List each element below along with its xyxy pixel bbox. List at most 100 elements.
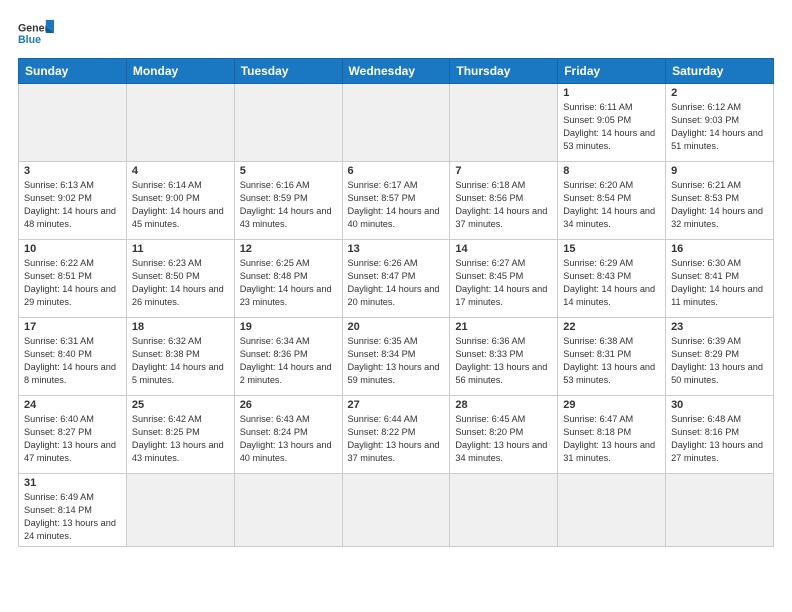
day-number: 10	[24, 243, 121, 255]
calendar-cell: 27Sunrise: 6:44 AM Sunset: 8:22 PM Dayli…	[342, 396, 450, 474]
calendar-cell: 10Sunrise: 6:22 AM Sunset: 8:51 PM Dayli…	[19, 240, 127, 318]
day-number: 21	[455, 321, 552, 333]
calendar-cell: 7Sunrise: 6:18 AM Sunset: 8:56 PM Daylig…	[450, 162, 558, 240]
weekday-header-friday: Friday	[558, 59, 666, 84]
calendar-cell: 4 Sunrise: 6:14 AM Sunset: 9:00 PM Daylig…	[126, 162, 234, 240]
day-number: 3	[24, 165, 121, 177]
day-number: 25	[132, 399, 229, 411]
calendar-cell	[666, 474, 774, 547]
calendar-cell: 29 Sunrise: 6:47 AM Sunset: 8:18 PM Dayli…	[558, 396, 666, 474]
calendar-cell: 17 Sunrise: 6:31 AM Sunset: 8:40 PM Dayli…	[19, 318, 127, 396]
calendar-cell: 14 Sunrise: 6:27 AM Sunset: 8:45 PM Dayli…	[450, 240, 558, 318]
day-info: Sunrise: 6:12 AM Sunset: 9:03 PM Dayligh…	[671, 101, 768, 153]
day-number: 15	[563, 243, 660, 255]
week-row-3: 10Sunrise: 6:22 AM Sunset: 8:51 PM Dayli…	[19, 240, 774, 318]
day-info: Sunrise: 6:48 AM Sunset: 8:16 PM Dayligh…	[671, 413, 768, 465]
day-number: 1	[563, 87, 660, 99]
day-number: 11	[132, 243, 229, 255]
day-info: Sunrise: 6:31 AM Sunset: 8:40 PM Dayligh…	[24, 335, 121, 387]
calendar-cell	[234, 84, 342, 162]
day-number: 26	[240, 399, 337, 411]
day-info: Sunrise: 6:25 AM Sunset: 8:48 PM Dayligh…	[240, 257, 337, 309]
day-info: Sunrise: 6:26 AM Sunset: 8:47 PM Dayligh…	[348, 257, 445, 309]
day-info: Sunrise: 6:44 AM Sunset: 8:22 PM Dayligh…	[348, 413, 445, 465]
calendar-cell: 31Sunrise: 6:49 AM Sunset: 8:14 PM Dayli…	[19, 474, 127, 547]
weekday-header-tuesday: Tuesday	[234, 59, 342, 84]
day-info: Sunrise: 6:30 AM Sunset: 8:41 PM Dayligh…	[671, 257, 768, 309]
header: General Blue	[18, 18, 774, 48]
calendar-cell	[126, 84, 234, 162]
calendar-cell: 2 Sunrise: 6:12 AM Sunset: 9:03 PM Daylig…	[666, 84, 774, 162]
calendar-cell: 3 Sunrise: 6:13 AM Sunset: 9:02 PM Daylig…	[19, 162, 127, 240]
week-row-4: 17 Sunrise: 6:31 AM Sunset: 8:40 PM Dayli…	[19, 318, 774, 396]
calendar-cell: 28 Sunrise: 6:45 AM Sunset: 8:20 PM Dayli…	[450, 396, 558, 474]
weekday-header-sunday: Sunday	[19, 59, 127, 84]
day-info: Sunrise: 6:11 AM Sunset: 9:05 PM Dayligh…	[563, 101, 660, 153]
day-number: 7	[455, 165, 552, 177]
day-number: 4	[132, 165, 229, 177]
calendar-cell: 30Sunrise: 6:48 AM Sunset: 8:16 PM Dayli…	[666, 396, 774, 474]
calendar-cell: 18Sunrise: 6:32 AM Sunset: 8:38 PM Dayli…	[126, 318, 234, 396]
calendar-cell: 23 Sunrise: 6:39 AM Sunset: 8:29 PM Dayli…	[666, 318, 774, 396]
calendar-cell: 11 Sunrise: 6:23 AM Sunset: 8:50 PM Dayli…	[126, 240, 234, 318]
day-info: Sunrise: 6:21 AM Sunset: 8:53 PM Dayligh…	[671, 179, 768, 231]
day-info: Sunrise: 6:29 AM Sunset: 8:43 PM Dayligh…	[563, 257, 660, 309]
day-info: Sunrise: 6:13 AM Sunset: 9:02 PM Dayligh…	[24, 179, 121, 231]
calendar-cell: 5Sunrise: 6:16 AM Sunset: 8:59 PM Daylig…	[234, 162, 342, 240]
week-row-6: 31Sunrise: 6:49 AM Sunset: 8:14 PM Dayli…	[19, 474, 774, 547]
day-number: 5	[240, 165, 337, 177]
day-info: Sunrise: 6:27 AM Sunset: 8:45 PM Dayligh…	[455, 257, 552, 309]
calendar-cell: 20Sunrise: 6:35 AM Sunset: 8:34 PM Dayli…	[342, 318, 450, 396]
calendar-cell: 8 Sunrise: 6:20 AM Sunset: 8:54 PM Daylig…	[558, 162, 666, 240]
calendar-cell: 22Sunrise: 6:38 AM Sunset: 8:31 PM Dayli…	[558, 318, 666, 396]
calendar-cell: 24Sunrise: 6:40 AM Sunset: 8:27 PM Dayli…	[19, 396, 127, 474]
calendar-cell: 25 Sunrise: 6:42 AM Sunset: 8:25 PM Dayli…	[126, 396, 234, 474]
day-info: Sunrise: 6:17 AM Sunset: 8:57 PM Dayligh…	[348, 179, 445, 231]
day-info: Sunrise: 6:42 AM Sunset: 8:25 PM Dayligh…	[132, 413, 229, 465]
calendar-table: SundayMondayTuesdayWednesdayThursdayFrid…	[18, 58, 774, 547]
day-number: 17	[24, 321, 121, 333]
day-info: Sunrise: 6:47 AM Sunset: 8:18 PM Dayligh…	[563, 413, 660, 465]
day-number: 28	[455, 399, 552, 411]
day-number: 13	[348, 243, 445, 255]
week-row-1: 1 Sunrise: 6:11 AM Sunset: 9:05 PM Daylig…	[19, 84, 774, 162]
calendar-cell: 9 Sunrise: 6:21 AM Sunset: 8:53 PM Daylig…	[666, 162, 774, 240]
day-info: Sunrise: 6:34 AM Sunset: 8:36 PM Dayligh…	[240, 335, 337, 387]
day-number: 14	[455, 243, 552, 255]
day-info: Sunrise: 6:43 AM Sunset: 8:24 PM Dayligh…	[240, 413, 337, 465]
svg-text:Blue: Blue	[18, 34, 41, 46]
day-number: 24	[24, 399, 121, 411]
day-info: Sunrise: 6:38 AM Sunset: 8:31 PM Dayligh…	[563, 335, 660, 387]
day-number: 12	[240, 243, 337, 255]
day-info: Sunrise: 6:32 AM Sunset: 8:38 PM Dayligh…	[132, 335, 229, 387]
logo: General Blue	[18, 18, 54, 48]
calendar-cell: 19 Sunrise: 6:34 AM Sunset: 8:36 PM Dayli…	[234, 318, 342, 396]
calendar-cell	[19, 84, 127, 162]
day-number: 9	[671, 165, 768, 177]
day-number: 29	[563, 399, 660, 411]
day-info: Sunrise: 6:35 AM Sunset: 8:34 PM Dayligh…	[348, 335, 445, 387]
day-number: 2	[671, 87, 768, 99]
weekday-header-saturday: Saturday	[666, 59, 774, 84]
calendar-cell	[342, 474, 450, 547]
day-info: Sunrise: 6:36 AM Sunset: 8:33 PM Dayligh…	[455, 335, 552, 387]
day-info: Sunrise: 6:39 AM Sunset: 8:29 PM Dayligh…	[671, 335, 768, 387]
day-info: Sunrise: 6:45 AM Sunset: 8:20 PM Dayligh…	[455, 413, 552, 465]
calendar-cell: 16Sunrise: 6:30 AM Sunset: 8:41 PM Dayli…	[666, 240, 774, 318]
day-number: 23	[671, 321, 768, 333]
day-info: Sunrise: 6:20 AM Sunset: 8:54 PM Dayligh…	[563, 179, 660, 231]
day-number: 31	[24, 477, 121, 489]
calendar-cell: 13 Sunrise: 6:26 AM Sunset: 8:47 PM Dayli…	[342, 240, 450, 318]
calendar-cell: 26 Sunrise: 6:43 AM Sunset: 8:24 PM Dayli…	[234, 396, 342, 474]
day-number: 8	[563, 165, 660, 177]
calendar-cell: 15 Sunrise: 6:29 AM Sunset: 8:43 PM Dayli…	[558, 240, 666, 318]
weekday-header-monday: Monday	[126, 59, 234, 84]
day-info: Sunrise: 6:23 AM Sunset: 8:50 PM Dayligh…	[132, 257, 229, 309]
weekday-header-wednesday: Wednesday	[342, 59, 450, 84]
day-info: Sunrise: 6:14 AM Sunset: 9:00 PM Dayligh…	[132, 179, 229, 231]
calendar-cell	[450, 474, 558, 547]
day-number: 6	[348, 165, 445, 177]
week-row-5: 24Sunrise: 6:40 AM Sunset: 8:27 PM Dayli…	[19, 396, 774, 474]
page: General Blue SundayMondayTuesdayWednesda…	[0, 0, 792, 557]
day-number: 19	[240, 321, 337, 333]
